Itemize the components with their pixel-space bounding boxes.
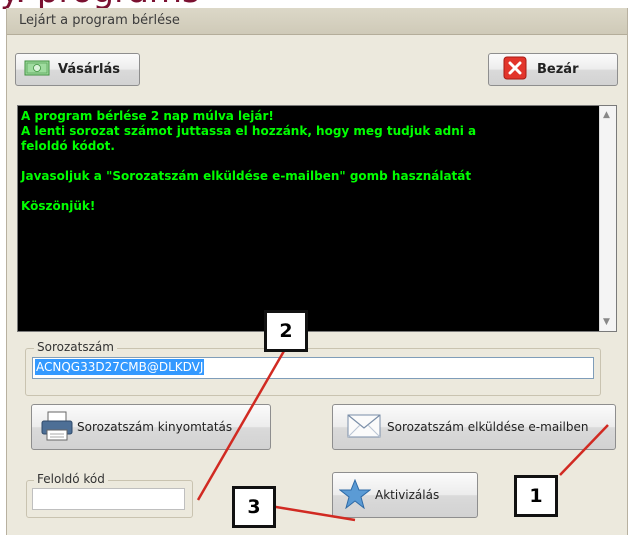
- callout-3-pointer: [269, 504, 356, 522]
- callout-2: 2: [264, 310, 308, 352]
- callout-pointers: [196, 350, 609, 522]
- callout-2-pointer: [196, 350, 286, 501]
- callout-1-pointer: [559, 424, 609, 476]
- callout-1: 1: [514, 475, 558, 517]
- callout-3: 3: [232, 486, 276, 528]
